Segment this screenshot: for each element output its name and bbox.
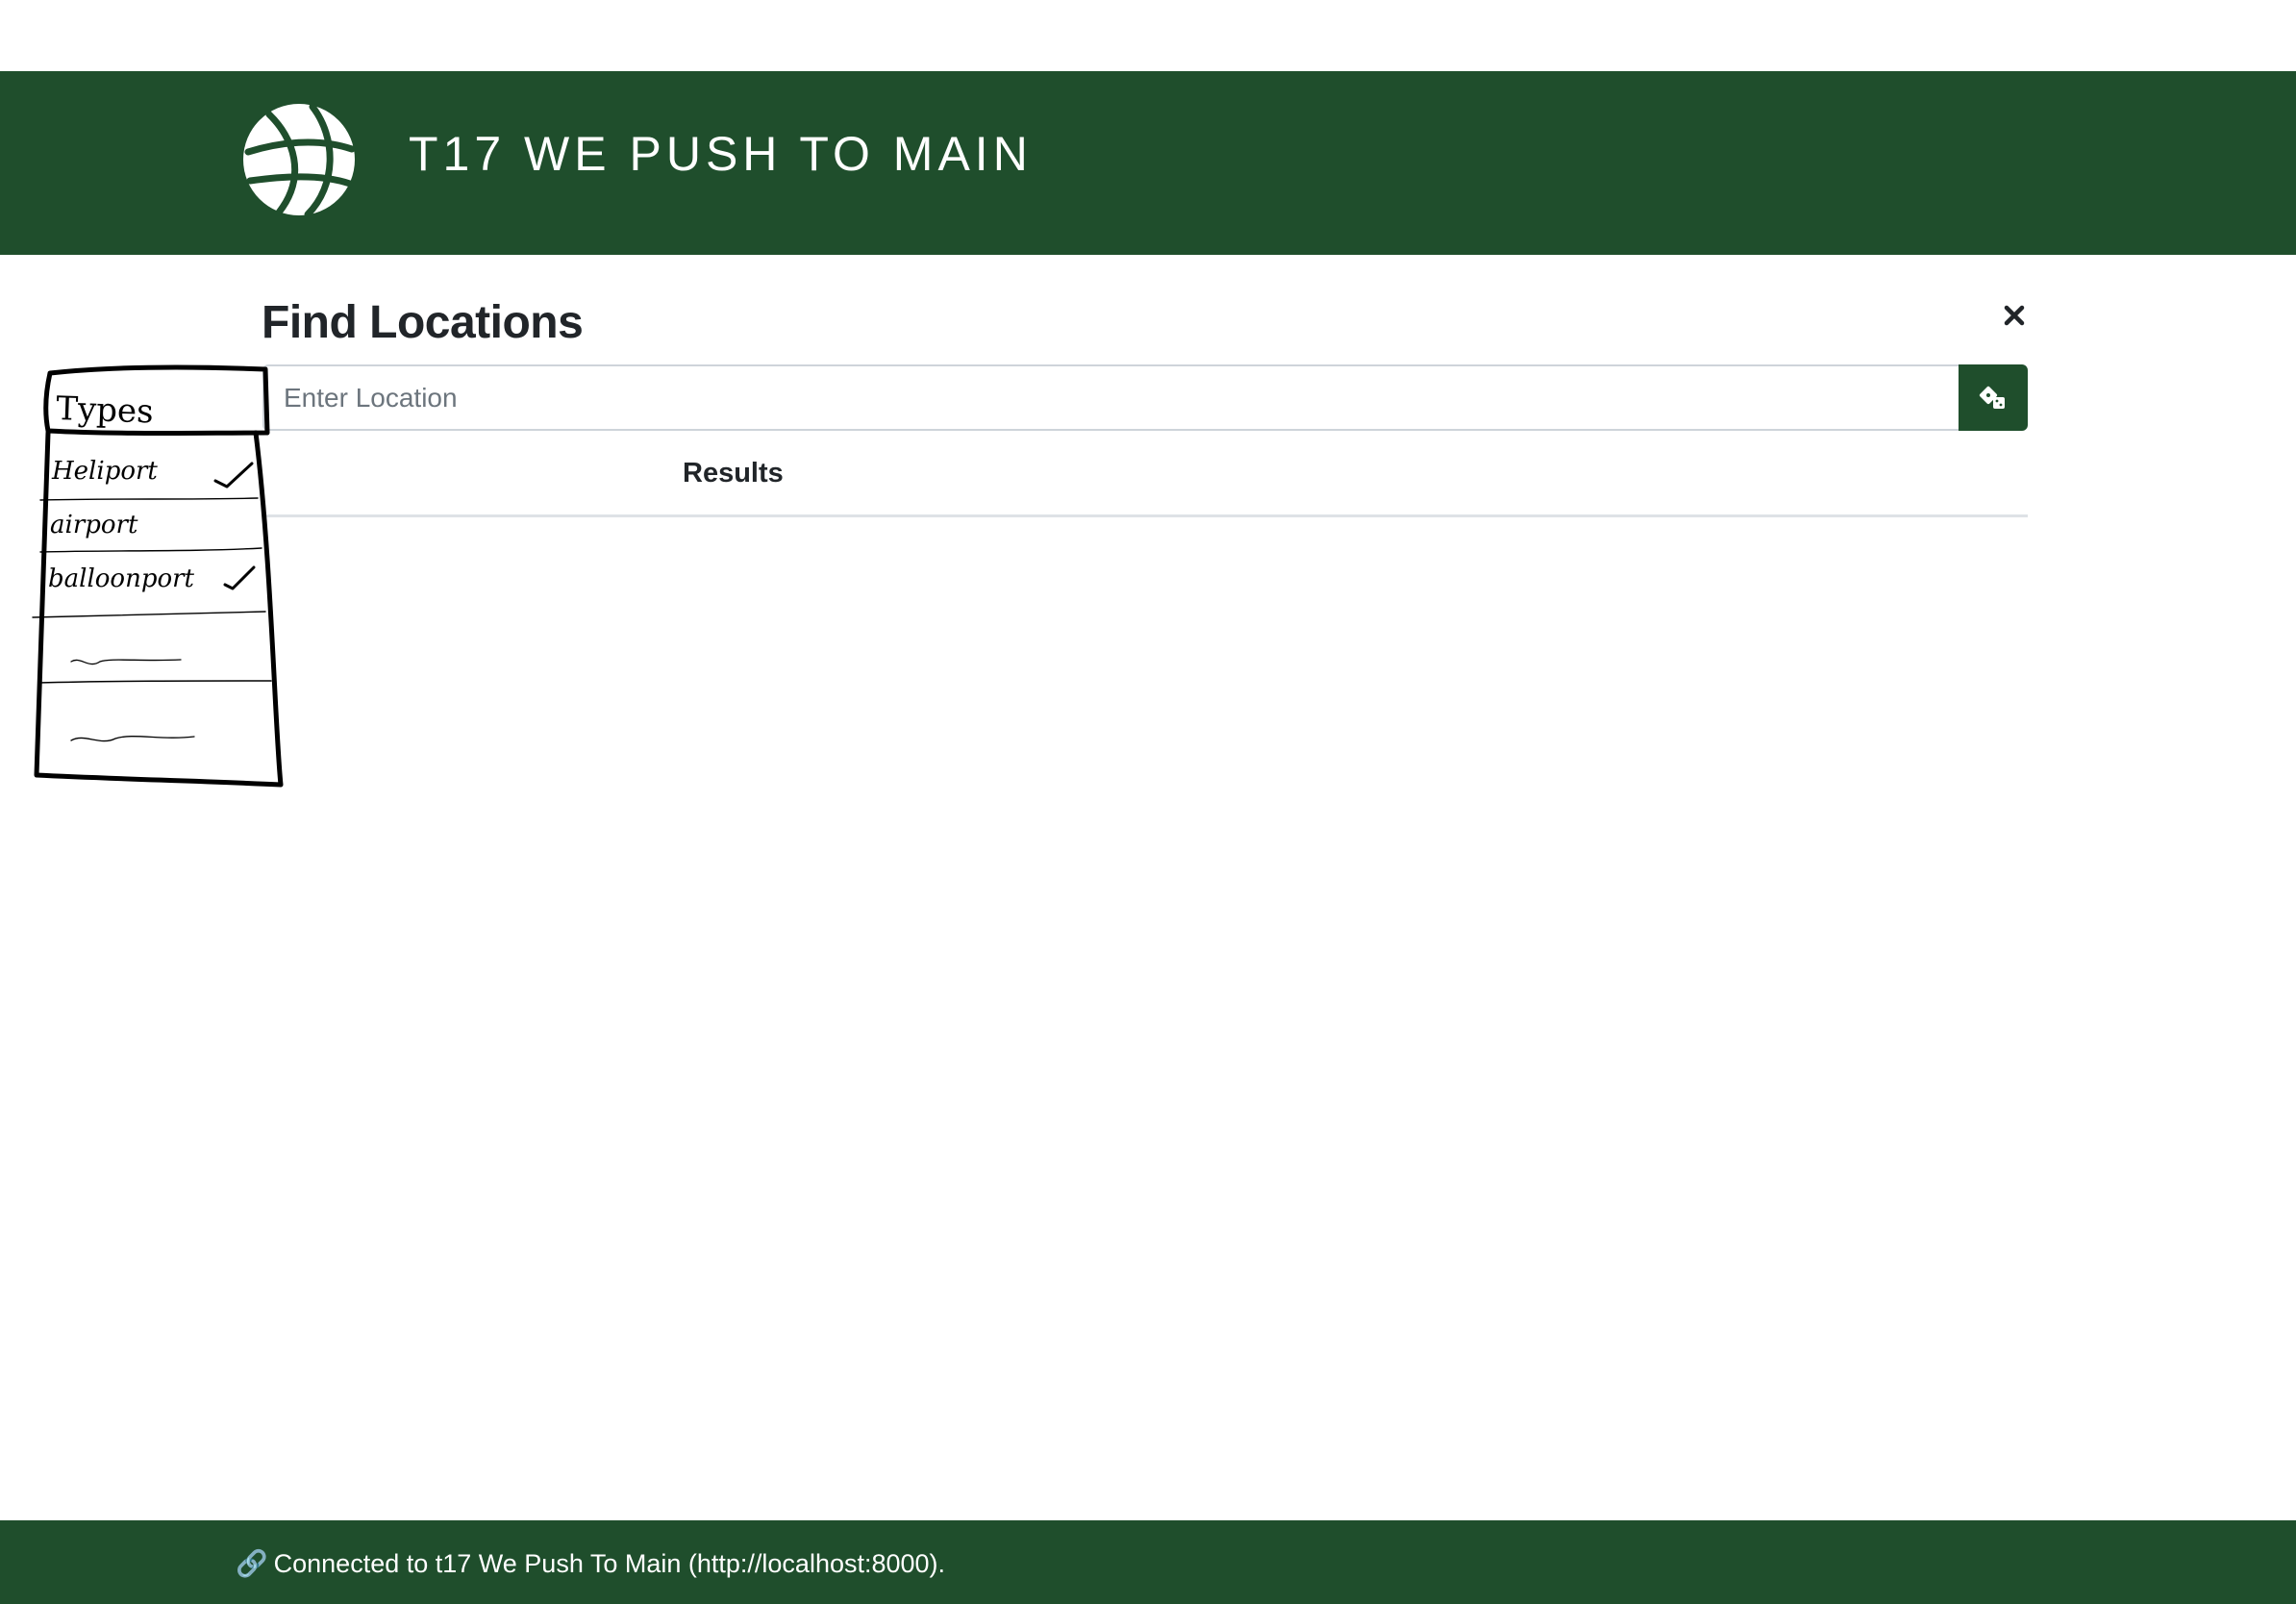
close-button[interactable] (1997, 298, 2032, 333)
sketch-title: Types (56, 389, 155, 432)
app-title: T17 WE PUSH TO MAIN (409, 127, 1033, 181)
sketch-item-balloonport: balloonport (48, 564, 195, 593)
connection-text: Connected to t17 We Push To Main (http:/… (273, 1549, 946, 1578)
close-icon (2004, 305, 2025, 326)
dice-icon (1979, 386, 2005, 409)
random-location-button[interactable] (1959, 364, 2028, 431)
location-search-input[interactable] (262, 364, 1960, 431)
sketch-item-heliport: Heliport (51, 457, 158, 486)
globe-icon (243, 103, 356, 218)
connection-status: 🔗 Connected to t17 We Push To Main (http:… (236, 1548, 951, 1579)
results-column-header: Results (683, 458, 784, 489)
types-sketch: Types Heliport airport balloonport (32, 364, 284, 788)
results-divider (262, 514, 2028, 517)
link-icon: 🔗 (236, 1549, 268, 1578)
sketch-item-airport: airport (50, 511, 138, 539)
page-title: Find Locations (262, 297, 584, 348)
